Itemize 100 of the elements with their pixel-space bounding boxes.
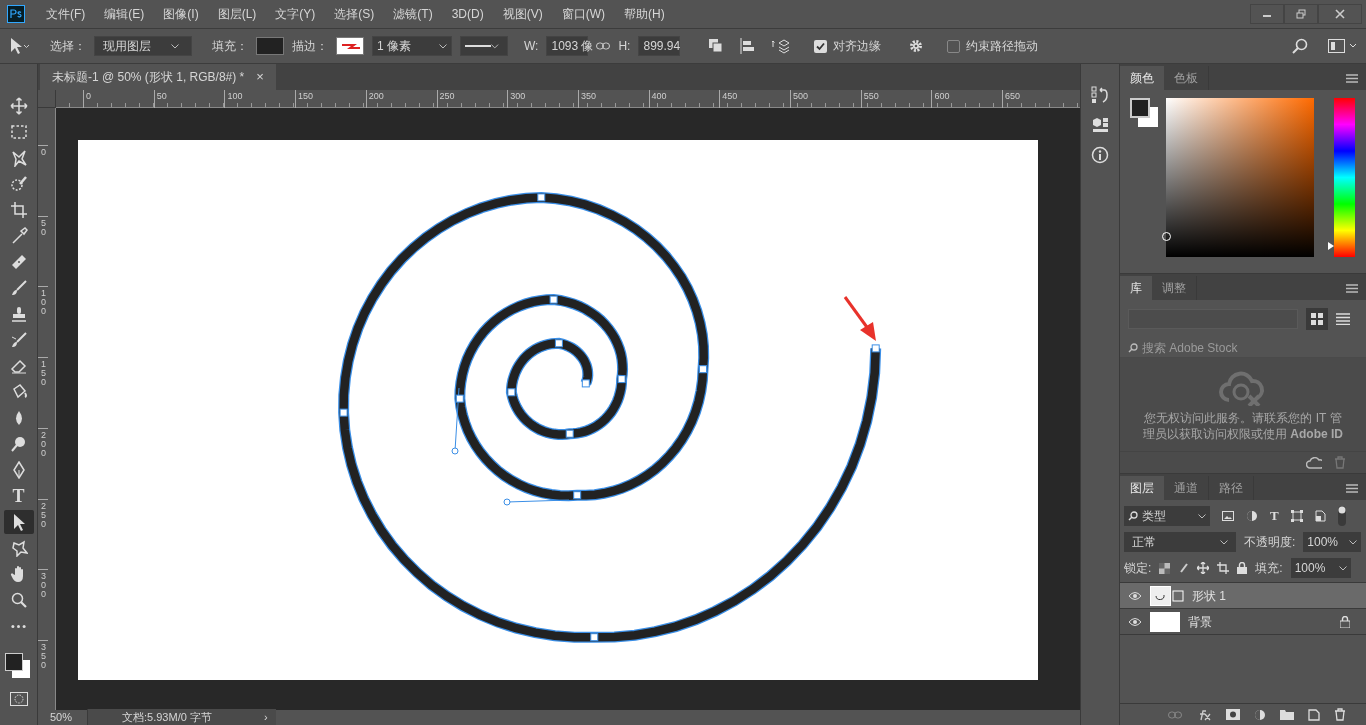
search-icon [1128, 511, 1138, 521]
cube-icon[interactable] [1091, 116, 1109, 134]
path-alignment-icon[interactable] [740, 38, 757, 54]
menu-item[interactable]: 编辑(E) [95, 5, 154, 23]
info-icon[interactable] [1091, 146, 1109, 164]
list-view-icon[interactable] [1336, 313, 1350, 325]
search-icon[interactable] [1292, 38, 1308, 54]
close-button[interactable] [1318, 4, 1362, 24]
panel-menu-icon[interactable] [1346, 484, 1358, 493]
stroke-swatch[interactable] [336, 37, 364, 55]
panel-tab[interactable]: 路径 [1209, 476, 1254, 500]
fill-field[interactable]: 100% [1290, 558, 1351, 578]
menu-item[interactable]: 帮助(H) [615, 5, 674, 23]
adjustment-layer-icon[interactable] [1254, 708, 1266, 721]
layer-row[interactable]: 形状 1 [1120, 583, 1366, 609]
restore-button[interactable] [1284, 4, 1318, 24]
menu-item[interactable]: 文字(Y) [266, 5, 325, 23]
hue-slider[interactable] [1328, 98, 1355, 257]
type-filter-glyph[interactable]: T [1270, 506, 1279, 526]
panel-tab[interactable]: 色板 [1164, 66, 1209, 90]
filter-toggle-icon[interactable] [1337, 506, 1346, 526]
history-icon[interactable] [1091, 86, 1109, 104]
stroke-type-dropdown[interactable] [460, 36, 508, 56]
document-tab[interactable]: 未标题-1 @ 50% (形状 1, RGB/8#) * × [40, 64, 276, 90]
image-filter-icon[interactable] [1222, 511, 1234, 521]
anchor-point[interactable] [565, 429, 574, 438]
hue-slider-thumb[interactable] [1328, 241, 1334, 250]
layer-filter-dropdown[interactable]: 类型 [1124, 506, 1210, 526]
settings-icon[interactable] [909, 39, 924, 53]
adjustment-filter-icon[interactable] [1246, 510, 1258, 522]
layer-row[interactable]: 背景 [1120, 609, 1366, 635]
eraser-icon [9, 357, 28, 375]
panel-tab[interactable]: 通道 [1164, 476, 1209, 500]
quick-mask-icon[interactable] [9, 692, 28, 706]
arrow-cursor-icon[interactable] [8, 37, 30, 55]
opacity-field[interactable]: 100% [1303, 532, 1362, 552]
tab-close-button[interactable]: × [256, 67, 264, 87]
cloud-blocked-icon [1219, 370, 1267, 406]
library-search-field[interactable]: 搜索 Adobe Stock [1142, 338, 1358, 357]
menu-item[interactable]: 图像(I) [154, 5, 208, 23]
anchor-point[interactable] [455, 394, 464, 403]
menu-item[interactable]: 图层(L) [208, 5, 266, 23]
drop-icon [14, 411, 23, 425]
stroke-width-dropdown[interactable]: 1 像素 [372, 36, 452, 56]
fill-swatch[interactable] [256, 37, 284, 55]
anchor-point[interactable] [871, 344, 880, 353]
mask-icon[interactable] [1226, 709, 1240, 720]
caret-icon [1338, 565, 1347, 571]
panel-menu-icon[interactable] [1346, 284, 1358, 293]
smart-object-filter-icon[interactable] [1314, 510, 1326, 522]
menu-item[interactable]: 选择(S) [325, 5, 384, 23]
anchor-point[interactable] [537, 193, 546, 202]
lock-transparency-icon[interactable] [1159, 562, 1171, 574]
menu-item[interactable]: 文件(F) [37, 5, 95, 23]
lock-artboard-icon[interactable] [1217, 562, 1230, 574]
minimize-button[interactable] [1250, 4, 1284, 24]
lock-pixels-icon[interactable] [1178, 562, 1190, 574]
new-layer-icon[interactable] [1308, 708, 1320, 721]
access-denied-message: 您无权访问此服务。请联系您的 IT 管理员以获取访问权限或使用 Adobe ID [1142, 410, 1344, 442]
ruler-label: 150 [38, 357, 48, 388]
anchor-point[interactable] [590, 633, 599, 642]
lock-all-icon[interactable] [1237, 562, 1248, 574]
panel-tab[interactable]: 图层 [1120, 476, 1164, 500]
anchor-point[interactable] [507, 388, 516, 397]
menu-item[interactable]: 视图(V) [493, 5, 552, 23]
tool-button[interactable]: T [3, 484, 34, 508]
workspace-icon[interactable] [1328, 39, 1358, 53]
grid-view-icon[interactable] [1306, 308, 1328, 330]
tool-button[interactable] [3, 510, 34, 534]
path-operations-icon[interactable] [708, 38, 725, 54]
anchor-point[interactable] [549, 295, 558, 304]
eye-icon[interactable] [1128, 590, 1142, 601]
checkbox[interactable] [814, 39, 828, 53]
lock-position-icon[interactable] [1197, 562, 1210, 574]
cloud-sync-icon[interactable] [1306, 456, 1322, 469]
eye-icon[interactable] [1128, 616, 1142, 627]
caret-icon [171, 43, 179, 49]
panel-tab[interactable]: 调整 [1152, 276, 1197, 300]
constrain-path-label: 约束路径拖动 [966, 38, 1039, 55]
anchor-point[interactable] [339, 408, 348, 417]
folder-icon[interactable] [1280, 709, 1294, 720]
color-swatches[interactable] [1130, 98, 1160, 128]
menu-item[interactable]: 滤镜(T) [384, 5, 442, 23]
menu-item[interactable]: 3D(D) [442, 5, 493, 23]
menu-item[interactable]: 窗口(W) [552, 5, 614, 23]
anchor-point[interactable] [699, 365, 707, 374]
height-field[interactable]: 899.94 [638, 36, 681, 56]
anchor-point[interactable] [554, 339, 563, 348]
anchor-point[interactable] [573, 491, 582, 500]
checkbox[interactable] [947, 39, 961, 53]
panel-menu-icon[interactable] [1346, 74, 1358, 83]
anchor-point[interactable] [617, 375, 626, 384]
blend-mode-dropdown[interactable]: 正常 [1124, 532, 1236, 552]
link-icon[interactable] [596, 42, 611, 50]
path-arrangement-icon[interactable] [772, 38, 791, 54]
panel-tab[interactable]: 颜色 [1120, 66, 1164, 90]
dotted-circle-brush-icon [9, 175, 28, 193]
layer-select-dropdown[interactable]: 现用图层 [94, 36, 192, 56]
shape-filter-icon[interactable] [1290, 510, 1303, 522]
panel-tab[interactable]: 库 [1120, 276, 1152, 300]
